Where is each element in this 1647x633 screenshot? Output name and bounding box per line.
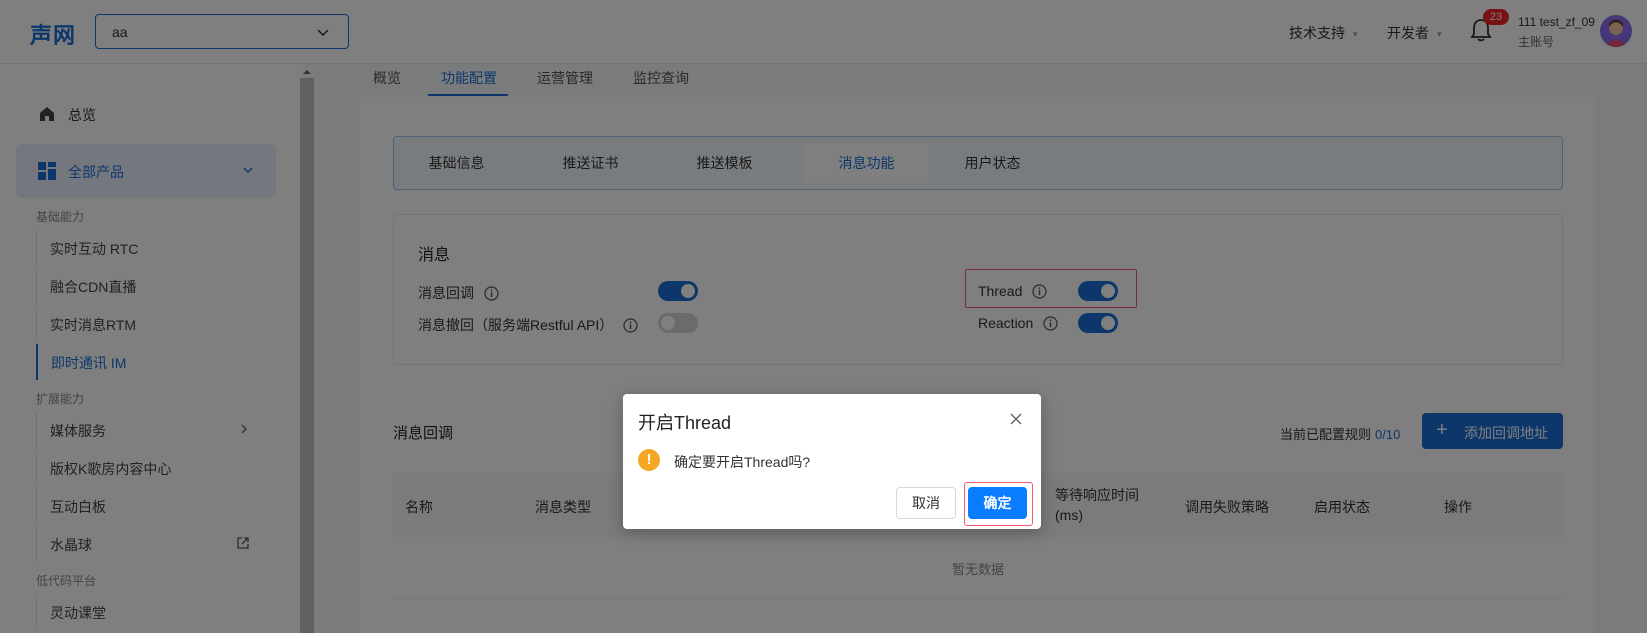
warning-icon: ! [638, 449, 660, 471]
cancel-button[interactable]: 取消 [896, 487, 956, 519]
modal-overlay[interactable] [0, 0, 1647, 633]
close-icon[interactable] [1008, 411, 1024, 427]
dialog-title: 开启Thread [638, 413, 732, 433]
dialog-message: 确定要开启Thread吗? [674, 454, 811, 470]
confirm-button[interactable]: 确定 [968, 487, 1027, 519]
confirm-dialog: 开启Thread ! 确定要开启Thread吗? 取消 确定 [623, 394, 1041, 529]
